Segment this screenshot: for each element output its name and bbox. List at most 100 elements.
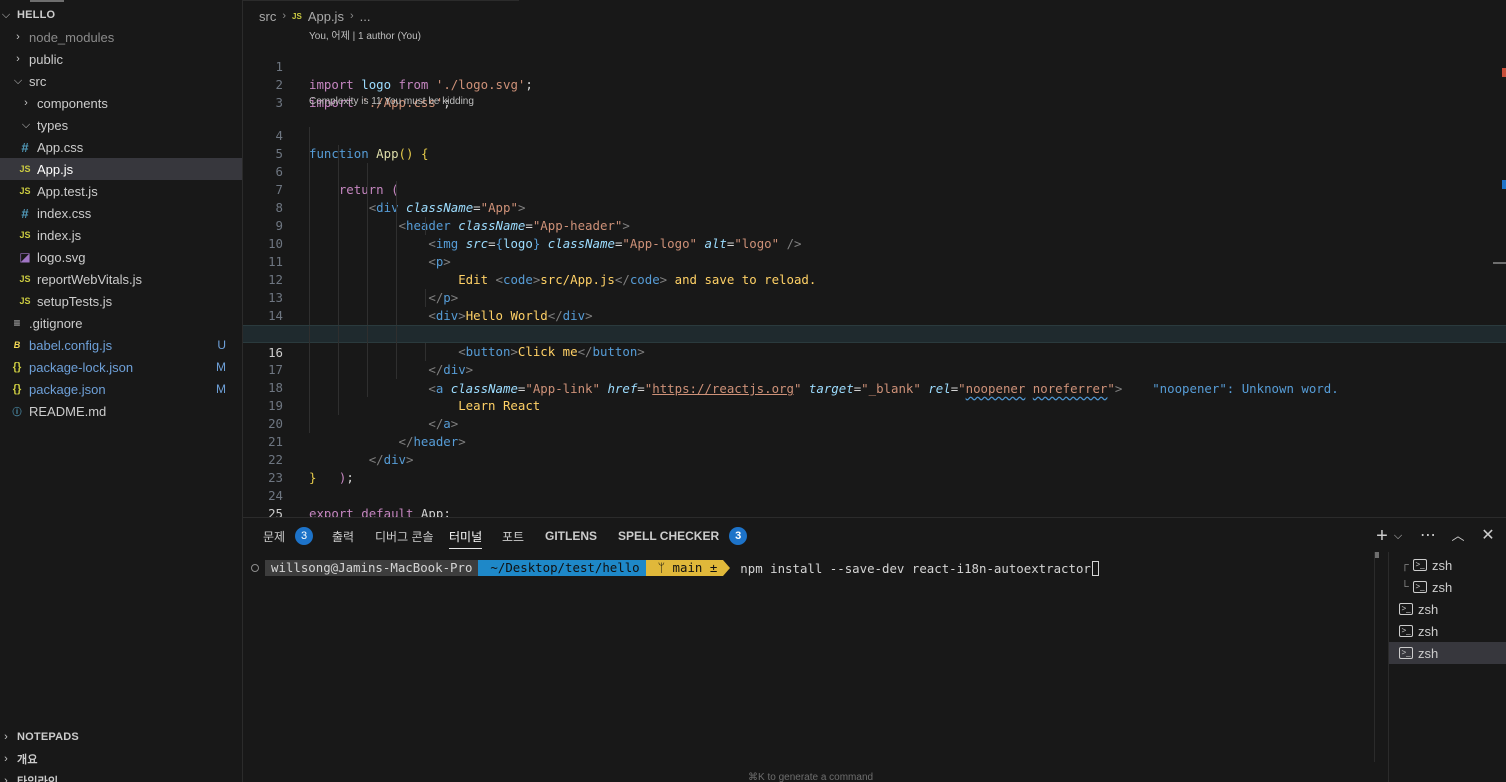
section-notepads[interactable]: › NOTEPADS bbox=[0, 726, 242, 748]
tab-terminal[interactable]: 터미널 bbox=[449, 527, 483, 549]
terminal-scrollbar[interactable] bbox=[1374, 552, 1379, 762]
section-label: 개요 bbox=[17, 754, 38, 766]
js-file-icon: JS bbox=[292, 11, 302, 21]
generate-command-hint: ⌘K to generate a command bbox=[748, 772, 874, 782]
tab-label: 출력 bbox=[332, 529, 355, 544]
tab-ports[interactable]: 포트 bbox=[502, 527, 524, 545]
code-line: 20 </div> bbox=[243, 397, 1506, 467]
tab-debug-console[interactable]: 디버그 콘솔 bbox=[375, 527, 434, 545]
tab-gitlens[interactable]: GITLENS bbox=[545, 527, 597, 545]
code-line: 22 } bbox=[243, 433, 1506, 485]
json-file-icon: {} bbox=[12, 361, 22, 373]
tree-item-index-js[interactable]: JS index.js bbox=[0, 224, 242, 246]
terminal-view[interactable]: willsong@Jamins-MacBook-Pro ~/Desktop/te… bbox=[243, 552, 1373, 782]
tab-problems[interactable]: 문제 3 bbox=[263, 527, 314, 545]
info-file-icon: ⓘ bbox=[12, 406, 22, 417]
powerline-separator bbox=[723, 560, 731, 576]
js-file-icon: JS bbox=[19, 274, 31, 284]
explorer-root-hello[interactable]: ⌵ HELLO bbox=[0, 4, 242, 26]
breadcrumb-item-src[interactable]: src bbox=[259, 9, 276, 24]
tree-item-types[interactable]: ⌵ types bbox=[0, 114, 242, 136]
tree-item-src[interactable]: ⌵ src bbox=[0, 70, 242, 92]
code-editor[interactable]: src › JS App.js › ... You, 어제 | 1 author… bbox=[243, 0, 1506, 521]
chevron-right-icon: › bbox=[4, 731, 8, 743]
problems-count-badge: 3 bbox=[295, 527, 314, 545]
tree-item-label: README.md bbox=[29, 403, 107, 419]
terminal-instance[interactable]: └ >_ zsh bbox=[1389, 576, 1506, 598]
tab-label: 터미널 bbox=[449, 529, 483, 544]
code-line: 25 bbox=[243, 487, 1506, 521]
explorer-root-label: HELLO bbox=[17, 9, 56, 21]
terminal-command-input[interactable]: npm install --save-dev react-i18n-autoex… bbox=[740, 561, 1091, 576]
tree-item-index-css[interactable]: # index.css bbox=[0, 202, 242, 224]
complexity-codelens[interactable]: Complexity is 11 You must be kidding bbox=[309, 96, 474, 107]
tree-item-readme[interactable]: ⓘ README.md bbox=[0, 400, 242, 422]
tree-item-label: App.test.js bbox=[37, 183, 98, 199]
terminal-instance-label: zsh bbox=[1418, 645, 1439, 661]
section-label: 타임라인 bbox=[17, 776, 59, 782]
prompt-git-segment: ᛘ main ± bbox=[645, 560, 724, 576]
terminal-instance-selected[interactable]: >_ zsh bbox=[1389, 642, 1506, 664]
terminal-icon: >_ bbox=[1399, 625, 1413, 637]
tree-item-babel-config[interactable]: B babel.config.js U bbox=[0, 334, 242, 356]
terminal-instance[interactable]: >_ zsh bbox=[1389, 620, 1506, 642]
code-line: 15 </div> bbox=[243, 307, 1506, 377]
tree-item-node-modules[interactable]: › node_modules bbox=[0, 26, 242, 48]
tree-item-setup-tests[interactable]: JS setupTests.js bbox=[0, 290, 242, 312]
tree-item-components[interactable]: › components bbox=[0, 92, 242, 114]
tree-item-public[interactable]: › public bbox=[0, 48, 242, 70]
new-terminal-plus-icon[interactable]: + bbox=[1374, 526, 1390, 546]
section-outline[interactable]: › 개요 bbox=[0, 748, 242, 770]
terminal-instance-label: zsh bbox=[1432, 557, 1453, 573]
tree-item-label: package-lock.json bbox=[29, 359, 134, 375]
code-line: 18 </a> bbox=[243, 361, 1506, 431]
chevron-right-icon: › bbox=[349, 10, 354, 22]
terminal-instance[interactable]: >_ zsh bbox=[1389, 598, 1506, 620]
tree-item-report-web-vitals[interactable]: JS reportWebVitals.js bbox=[0, 268, 242, 290]
code-line: 10 Edit <code>src/App.js</code> and save… bbox=[243, 217, 1506, 287]
tree-item-logo-svg[interactable]: ◪ logo.svg bbox=[0, 246, 242, 268]
command-decoration-circle-icon[interactable] bbox=[251, 564, 259, 572]
code-line: 3 bbox=[243, 76, 1506, 110]
section-timeline[interactable]: › 타임라인 bbox=[0, 770, 242, 782]
more-actions-ellipsis-icon[interactable]: ⋯ bbox=[1420, 526, 1436, 546]
terminal-instance[interactable]: ┌ >_ zsh bbox=[1389, 554, 1506, 576]
overview-ruler-cursor-mark bbox=[1493, 262, 1506, 264]
code-line: 19 </header> bbox=[243, 379, 1506, 449]
code-line-current: 16 <a className="App-link" href="https:/… bbox=[243, 325, 1506, 396]
breadcrumb-item-symbol[interactable]: ... bbox=[360, 9, 371, 24]
tree-item-label: components bbox=[37, 95, 108, 111]
close-panel-icon[interactable]: ✕ bbox=[1480, 526, 1496, 546]
tab-output[interactable]: 출력 bbox=[332, 527, 354, 545]
git-status-badge: M bbox=[216, 360, 226, 374]
tree-item-label: node_modules bbox=[29, 29, 115, 45]
terminal-instance-label: zsh bbox=[1432, 579, 1453, 595]
panel-tabs: 문제 3 출력 디버그 콘솔 터미널 포트 GITLENS SPELL CHEC… bbox=[243, 518, 1506, 552]
split-tree-glyph: └ bbox=[1401, 581, 1409, 593]
code-line: 14 <button>Click me</button> bbox=[243, 289, 1506, 359]
breadcrumb-item-file[interactable]: App.js bbox=[308, 9, 344, 24]
tree-item-label: babel.config.js bbox=[29, 337, 113, 353]
chevron-right-icon: › bbox=[282, 10, 287, 22]
maximize-panel-chevron-up-icon[interactable]: ︿ bbox=[1450, 526, 1466, 546]
tree-item-label: App.css bbox=[37, 139, 84, 155]
tree-item-gitignore[interactable]: ≡ .gitignore bbox=[0, 312, 242, 334]
chevron-down-icon[interactable]: ⌵ bbox=[1390, 526, 1406, 546]
tree-item-app-css[interactable]: # App.css bbox=[0, 136, 242, 158]
chevron-right-icon: › bbox=[4, 753, 8, 765]
tab-label: GITLENS bbox=[545, 529, 598, 543]
tab-spell-checker[interactable]: SPELL CHECKER 3 bbox=[618, 527, 748, 545]
tree-item-app-js[interactable]: JS App.js bbox=[0, 158, 242, 180]
code-line: 4 function App() { bbox=[243, 109, 1506, 161]
scrollbar-thumb[interactable] bbox=[1375, 552, 1379, 558]
tree-item-package-json[interactable]: {} package.json M bbox=[0, 378, 242, 400]
tab-label: 디버그 콘솔 bbox=[375, 529, 434, 544]
css-file-icon: # bbox=[21, 139, 29, 155]
code-line: 5 return ( bbox=[243, 127, 1506, 197]
tree-item-package-lock[interactable]: {} package-lock.json M bbox=[0, 356, 242, 378]
code-line: 23 bbox=[243, 451, 1506, 485]
css-file-icon: # bbox=[21, 205, 29, 221]
js-file-icon: JS bbox=[19, 296, 31, 306]
code-line: 8 <img src={logo} className="App-logo" a… bbox=[243, 181, 1506, 251]
tree-item-app-test-js[interactable]: JS App.test.js bbox=[0, 180, 242, 202]
